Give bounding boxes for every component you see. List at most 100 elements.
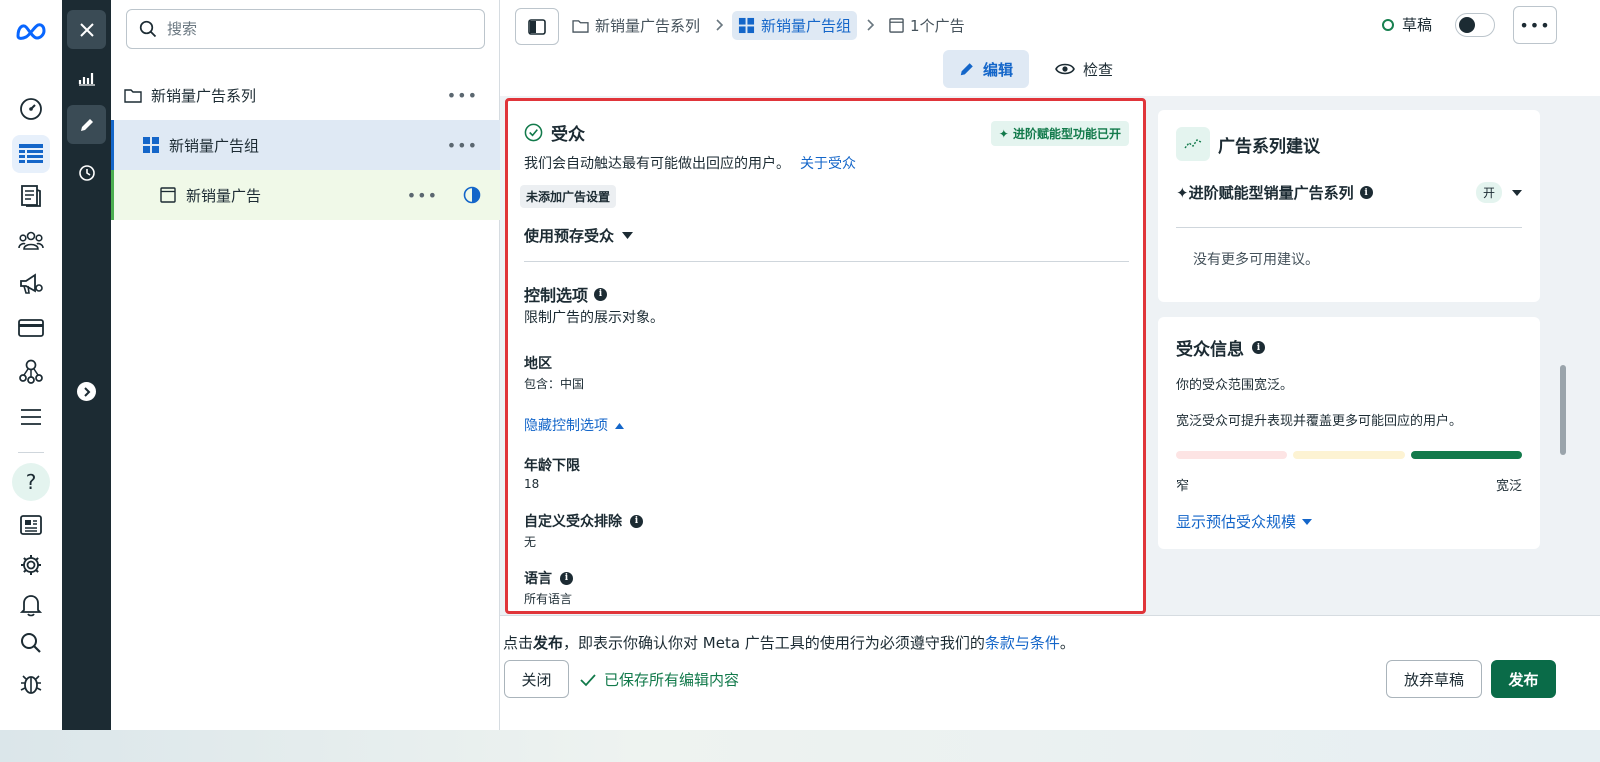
controls-heading: 控制选项 i xyxy=(524,282,608,306)
audience-title-label: 受众 xyxy=(551,125,585,145)
tree-item-adset-label: 新销量广告组 xyxy=(169,136,260,155)
campaign-on-off-toggle[interactable] xyxy=(1455,13,1495,37)
eye-icon xyxy=(1055,63,1075,75)
notifications-bell-icon[interactable] xyxy=(12,586,50,624)
caret-up-icon xyxy=(615,423,625,429)
controls-description: 限制广告的展示对象。 xyxy=(524,310,664,326)
terms-link[interactable]: 条款与条件 xyxy=(985,634,1060,652)
advantage-campaign-row[interactable]: ✦ 进阶赋能型销量广告系列 i 开 xyxy=(1176,182,1522,203)
controls-title: 控制选项 xyxy=(524,286,589,305)
suggestions-divider xyxy=(1176,227,1522,228)
settings-gear-icon[interactable] xyxy=(12,546,50,584)
suggestions-title: 广告系列建议 xyxy=(1218,136,1320,157)
desktop-background-strip xyxy=(0,730,1600,762)
ad-window-icon xyxy=(889,18,904,33)
close-button[interactable]: 关闭 xyxy=(504,660,569,698)
close-icon[interactable] xyxy=(67,10,106,49)
tree-item-ad[interactable]: 新销量广告 ••• xyxy=(111,170,500,220)
review-mode-button[interactable]: 检查 xyxy=(1039,50,1129,88)
edit-pencil-icon[interactable] xyxy=(67,105,106,144)
toggle-knob xyxy=(1459,17,1475,33)
search-input[interactable] xyxy=(167,20,467,38)
about-audience-link[interactable]: 关于受众 xyxy=(800,156,856,172)
publish-button[interactable]: 发布 xyxy=(1491,660,1556,698)
performance-chart-icon[interactable] xyxy=(67,58,106,97)
audiences-people-icon[interactable] xyxy=(12,222,50,260)
edit-mode-label: 编辑 xyxy=(983,60,1014,79)
saved-status: 已保存所有编辑内容 xyxy=(580,669,739,690)
sidebar-panel-icon xyxy=(528,18,546,35)
campaign-more-icon[interactable]: ••• xyxy=(447,86,478,105)
billing-card-icon[interactable] xyxy=(12,309,50,347)
show-audience-size-link[interactable]: 显示预估受众规模 xyxy=(1176,511,1313,532)
folder-icon xyxy=(572,19,589,33)
business-network-icon[interactable] xyxy=(12,352,50,390)
search-box[interactable] xyxy=(126,9,485,49)
adset-more-icon[interactable]: ••• xyxy=(447,136,478,155)
campaign-suggestions-panel: 广告系列建议 ✦ 进阶赋能型销量广告系列 i 开 没有更多可用建议。 xyxy=(1158,110,1540,302)
more-options-button[interactable]: ••• xyxy=(1513,6,1557,44)
info-icon[interactable]: i xyxy=(1359,186,1373,199)
all-tools-menu-icon[interactable] xyxy=(12,398,50,436)
exclusions-heading: 自定义受众排除 i xyxy=(524,511,643,531)
suggestions-heading: 广告系列建议 xyxy=(1176,127,1320,161)
info-icon[interactable]: i xyxy=(630,514,643,528)
check-icon xyxy=(580,673,596,686)
audience-info-line2: 宽泛受众可提升表现并覆盖更多可能回应的用户。 xyxy=(1176,414,1463,429)
terms-suffix: 。 xyxy=(1059,634,1075,652)
campaign-tree-panel: 新销量广告系列 ••• 新销量广告组 ••• 新销量广告 ••• xyxy=(111,0,500,730)
ads-manager-table-icon[interactable] xyxy=(12,135,50,173)
breadcrumb-ads[interactable]: 1个广告 xyxy=(883,11,971,40)
report-bug-icon[interactable] xyxy=(12,664,50,702)
breadcrumb-adset-label: 新销量广告组 xyxy=(761,17,852,35)
breadcrumb-campaign[interactable]: 新销量广告系列 xyxy=(566,11,706,40)
saved-audience-dropdown[interactable]: 使用预存受众 xyxy=(524,225,634,246)
info-icon[interactable]: i xyxy=(594,287,608,301)
ad-preview-half-circle-icon[interactable] xyxy=(463,186,481,204)
editor-footer: 点击发布，即表示你确认你对 Meta 广告工具的使用行为必须遵守我们的条款与条件… xyxy=(500,615,1600,730)
campaign-megaphone-icon[interactable] xyxy=(12,265,50,303)
toggle-sidebar-button[interactable] xyxy=(515,8,559,45)
info-icon[interactable]: i xyxy=(560,571,573,585)
ad-more-icon[interactable]: ••• xyxy=(407,186,438,205)
tree-item-adset[interactable]: 新销量广告组 ••• xyxy=(111,120,500,170)
exclusions-value: 无 xyxy=(524,535,537,549)
meter-narrow-label: 窄 xyxy=(1176,479,1190,494)
caret-down-icon xyxy=(1302,518,1313,525)
news-icon[interactable] xyxy=(12,506,50,544)
expand-chevron-right-icon[interactable] xyxy=(77,382,96,401)
adset-grid-icon xyxy=(738,17,755,34)
rail-divider xyxy=(18,452,44,453)
region-value: 包含：中国 xyxy=(524,377,585,391)
pages-icon[interactable] xyxy=(12,177,50,215)
breadcrumb-ads-label: 1个广告 xyxy=(910,17,965,35)
advantage-on-badge: 开 xyxy=(1475,182,1502,203)
section-divider xyxy=(524,261,1129,262)
advantage-badge: ✦ 进阶赋能型功能已开 xyxy=(990,121,1129,146)
help-question-icon[interactable]: ? xyxy=(12,463,50,501)
advantage-campaign-label: 进阶赋能型销量广告系列 xyxy=(1188,184,1354,202)
ad-window-icon xyxy=(160,187,176,203)
info-icon[interactable]: i xyxy=(1252,341,1265,354)
meter-broad-label: 宽泛 xyxy=(1495,479,1522,494)
meter-segment-broad xyxy=(1410,451,1522,459)
terms-prefix: 点击 xyxy=(503,634,534,652)
caret-down-icon[interactable] xyxy=(1512,189,1522,196)
search-icon[interactable] xyxy=(12,624,50,662)
audience-breadth-meter xyxy=(1176,451,1522,459)
search-icon xyxy=(139,20,157,38)
main-scrollbar[interactable] xyxy=(1560,365,1566,455)
show-audience-size-label: 显示预估受众规模 xyxy=(1176,513,1297,531)
tree-item-ad-label: 新销量广告 xyxy=(186,186,262,205)
saved-audience-label: 使用预存受众 xyxy=(524,227,615,245)
breadcrumb-adset[interactable]: 新销量广告组 xyxy=(732,11,858,40)
dashboard-gauge-icon[interactable] xyxy=(12,90,50,128)
terms-notice: 点击发布，即表示你确认你对 Meta 广告工具的使用行为必须遵守我们的条款与条件… xyxy=(503,632,1075,653)
edit-mode-button[interactable]: 编辑 xyxy=(943,50,1030,88)
meta-logo-icon[interactable] xyxy=(12,12,50,50)
history-clock-icon[interactable] xyxy=(67,153,106,192)
audience-description-text: 我们会自动触达最有可能做出回应的用户。 xyxy=(524,156,790,172)
tree-item-campaign[interactable]: 新销量广告系列 ••• xyxy=(111,70,500,120)
discard-draft-button[interactable]: 放弃草稿 xyxy=(1386,660,1482,698)
hide-controls-link[interactable]: 隐藏控制选项 xyxy=(524,415,625,435)
